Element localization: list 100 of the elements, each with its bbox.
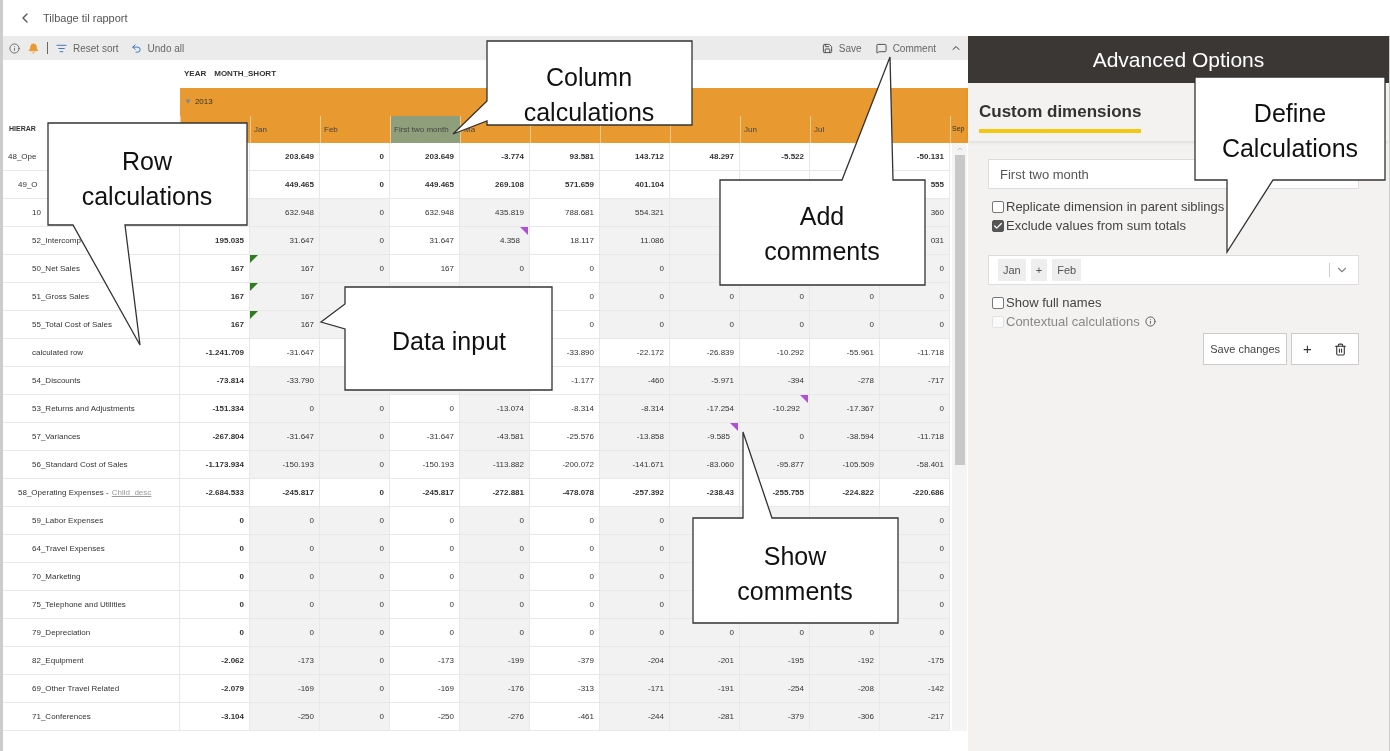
row-label[interactable]: 52_Intercomp	[32, 234, 81, 247]
table-cell: -200.072	[530, 451, 599, 478]
add-button[interactable]: +	[1303, 337, 1312, 361]
row-label[interactable]: 10	[32, 206, 41, 219]
checkbox-label: Show full names	[1006, 293, 1102, 312]
table-cell: -379	[530, 647, 599, 674]
panel-title: Advanced Options	[1092, 46, 1265, 73]
table-cell: -8.314	[530, 395, 599, 422]
row-label[interactable]: 50_Net Sales	[32, 262, 81, 275]
table-cell: 0	[390, 395, 459, 422]
row-label[interactable]: 64_Travel Expenses	[32, 542, 105, 555]
table-cell: 0	[530, 535, 599, 562]
table-cell: -267.804	[180, 423, 249, 450]
scrollbar[interactable]	[952, 143, 967, 731]
row-label[interactable]: calculated row	[32, 346, 84, 359]
column-header[interactable]: Feb	[320, 116, 390, 143]
table-cell: -1.173.934	[180, 451, 249, 478]
comment-icon[interactable]	[875, 42, 887, 54]
table-cell: 0	[530, 255, 599, 282]
toolbar-button[interactable]: Comment	[892, 40, 936, 56]
table-cell: 0	[390, 563, 459, 590]
table-cell: 0	[180, 535, 249, 562]
save-icon[interactable]	[821, 42, 833, 54]
table-cell: -25.576	[530, 423, 599, 450]
formula-token[interactable]: Feb	[1052, 258, 1082, 282]
table-cell: 0	[530, 507, 599, 534]
input-marker	[250, 311, 258, 319]
callout-tooltip: Data input	[319, 286, 553, 391]
row-label[interactable]: 49_O	[18, 178, 38, 191]
input-marker	[250, 283, 258, 291]
row-label[interactable]: 70_Marketing	[32, 570, 81, 583]
table-cell: -151.334	[180, 395, 249, 422]
column-header[interactable]: First two month	[390, 116, 460, 143]
bell-icon[interactable]	[28, 42, 39, 54]
back-link[interactable]: Tilbage til rapport	[43, 9, 128, 27]
column-header[interactable]: Jun	[740, 116, 810, 143]
row-label[interactable]: 48_Ope	[8, 150, 37, 163]
table-cell: 31.647	[390, 227, 459, 254]
input-marker	[250, 255, 258, 263]
table-cell: 0	[530, 619, 599, 646]
table-cell: 167	[180, 283, 249, 310]
table-cell: 0	[180, 591, 249, 618]
toolbar-button[interactable]: Reset sort	[73, 40, 119, 56]
table-cell: -31.647	[390, 423, 459, 450]
table-cell: 788.681	[530, 199, 599, 226]
table-cell: 167	[180, 255, 249, 282]
field-label: MONTH_SHORT	[214, 68, 276, 80]
table-cell: 18.117	[530, 227, 599, 254]
table-cell: 167	[180, 311, 249, 338]
formula-token[interactable]: Jan	[998, 258, 1026, 282]
table-cell: -313	[530, 675, 599, 702]
table-cell: 0	[180, 563, 249, 590]
scrollbar-thumb[interactable]	[954, 155, 965, 465]
table-cell: 167	[390, 255, 459, 282]
table-cell: 0	[530, 563, 599, 590]
table-cell: -2.079	[180, 675, 249, 702]
sort-list-icon[interactable]	[56, 42, 67, 54]
table-cell: -173	[390, 647, 459, 674]
year-label: 2013	[194, 96, 213, 108]
checkbox-label: Replicate dimension in parent siblings	[1006, 197, 1225, 216]
field-label: YEAR	[184, 68, 207, 80]
table-cell: 0	[530, 591, 599, 618]
checkbox[interactable]	[992, 296, 1004, 309]
toolbar-button[interactable]: Undo all	[147, 40, 185, 56]
table-cell: -2.062	[180, 647, 249, 674]
row-label[interactable]: 71_Conferences	[32, 710, 91, 723]
table-cell: 632.948	[390, 199, 459, 226]
checkbox[interactable]	[992, 200, 1004, 213]
table-cell: 0	[390, 591, 459, 618]
table-cell: 0	[390, 535, 459, 562]
formula-token[interactable]: +	[1030, 258, 1048, 282]
table-cell: -250	[390, 703, 459, 730]
tab[interactable]: Custom dimensions	[979, 99, 1142, 133]
table-cell: -150.193	[390, 451, 459, 478]
toolbar-button[interactable]: Save	[838, 40, 862, 56]
row-label[interactable]: 54_Discounts	[32, 374, 81, 387]
row-label[interactable]: 58_Operating Expenses -	[18, 486, 109, 499]
undo-icon[interactable]	[130, 42, 142, 54]
table-cell: -3.104	[180, 703, 249, 730]
table-cell: -461	[530, 703, 599, 730]
table-cell: 195.035	[180, 227, 249, 254]
column-header[interactable]: Jan	[250, 116, 320, 143]
info-icon[interactable]	[9, 42, 20, 54]
formula-dropdown[interactable]: Jan + Feb	[988, 255, 1359, 285]
table-cell: -169	[390, 675, 459, 702]
row-label[interactable]: 51_Gross Sales	[32, 290, 89, 303]
checkbox[interactable]	[992, 219, 1004, 232]
row-label[interactable]: 59_Labor Expenses	[32, 514, 104, 527]
table-cell: 0	[180, 507, 249, 534]
save-changes-button[interactable]: Save changes	[1203, 333, 1287, 365]
table-cell: -73.814	[180, 367, 249, 394]
checkbox-label: Exclude values from sum totals	[1006, 216, 1186, 235]
row-label[interactable]: 57_Variances	[32, 430, 81, 443]
checkbox-label: Contextual calculations	[1006, 312, 1140, 331]
table-cell: 0	[180, 619, 249, 646]
table-cell: 0	[390, 619, 459, 646]
row-label[interactable]: 82_Equipment	[32, 654, 84, 667]
table-cell: 0	[390, 507, 459, 534]
row-label[interactable]: 79_Depreciation	[32, 626, 91, 639]
delete-icon[interactable]	[1333, 342, 1347, 356]
